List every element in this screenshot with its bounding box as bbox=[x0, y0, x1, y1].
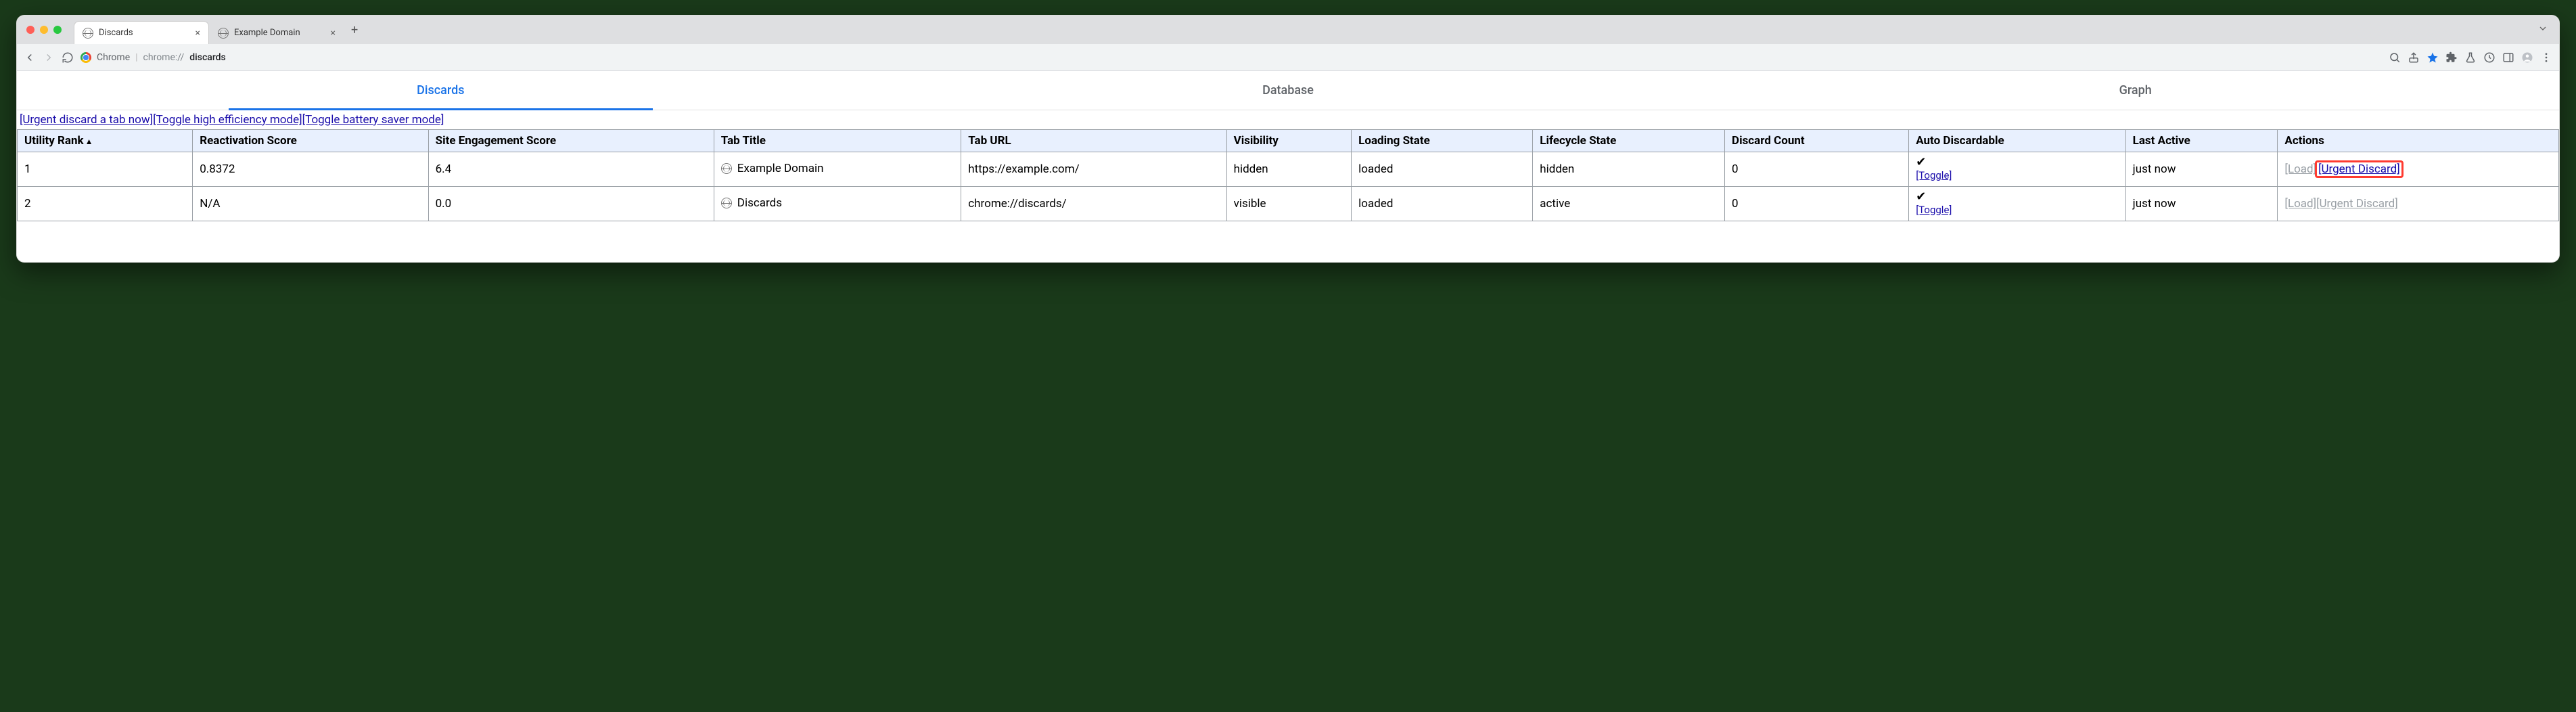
tab-title: Discards bbox=[99, 28, 133, 38]
extensions-icon[interactable] bbox=[2445, 51, 2458, 64]
browser-window: Discards × Example Domain × + Chrome | c… bbox=[16, 15, 2560, 263]
update-icon[interactable] bbox=[2483, 51, 2496, 64]
urgent-discard-action-link[interactable]: [Urgent Discard] bbox=[2318, 162, 2400, 176]
auto-discardable-toggle-link[interactable]: [Toggle] bbox=[1916, 204, 1952, 216]
cell-site-engagement-score: 6.4 bbox=[428, 152, 714, 187]
col-label: Utility Rank bbox=[24, 134, 84, 148]
cell-discard-count: 0 bbox=[1725, 187, 1909, 221]
url-scheme: chrome:// bbox=[143, 52, 185, 63]
col-utility-rank[interactable]: Utility Rank▲ bbox=[18, 130, 193, 152]
table-header-row: Utility Rank▲ Reactivation Score Site En… bbox=[18, 130, 2559, 152]
cell-site-engagement-score: 0.0 bbox=[428, 187, 714, 221]
close-tab-button[interactable]: × bbox=[331, 28, 336, 39]
maximize-window-button[interactable] bbox=[53, 26, 62, 34]
cell-discard-count: 0 bbox=[1725, 152, 1909, 187]
chrome-icon bbox=[80, 52, 91, 63]
browser-tab-discards[interactable]: Discards × bbox=[74, 21, 209, 44]
cell-visibility: visible bbox=[1226, 187, 1352, 221]
checkmark-icon: ✔ bbox=[1916, 191, 2118, 203]
table-row: 2N/A0.0 Discards chrome://discards/visible… bbox=[18, 187, 2559, 221]
address-bar[interactable]: Chrome | chrome:// discards bbox=[80, 52, 226, 63]
checkmark-icon: ✔ bbox=[1916, 156, 2118, 169]
globe-icon bbox=[218, 28, 229, 39]
discards-table: Utility Rank▲ Reactivation Score Site En… bbox=[17, 129, 2559, 221]
globe-icon bbox=[721, 198, 732, 208]
tab-title: Example Domain bbox=[234, 28, 300, 38]
col-tab-url[interactable]: Tab URL bbox=[961, 130, 1226, 152]
cell-auto-discardable: ✔[Toggle] bbox=[1909, 152, 2125, 187]
back-button[interactable] bbox=[24, 51, 36, 64]
col-tab-title[interactable]: Tab Title bbox=[714, 130, 961, 152]
profile-avatar-icon[interactable] bbox=[2521, 51, 2533, 64]
cell-loading-state: loaded bbox=[1352, 187, 1533, 221]
cell-last-active: just now bbox=[2125, 152, 2278, 187]
cell-actions: [Load][Urgent Discard] bbox=[2278, 152, 2559, 187]
load-action-link: [Load] bbox=[2284, 162, 2316, 176]
bookmark-star-icon[interactable] bbox=[2426, 51, 2439, 64]
cell-tab-url: chrome://discards/ bbox=[961, 187, 1226, 221]
cell-lifecycle-state: active bbox=[1533, 187, 1725, 221]
globe-icon bbox=[83, 28, 93, 39]
window-controls bbox=[26, 26, 62, 34]
col-actions[interactable]: Actions bbox=[2278, 130, 2559, 152]
global-actions: [Urgent discard a tab now][Toggle high e… bbox=[17, 110, 2559, 129]
cell-utility-rank: 2 bbox=[18, 187, 193, 221]
table-row: 10.83726.4 Example Domain https://example.… bbox=[18, 152, 2559, 187]
kebab-menu-icon[interactable] bbox=[2540, 51, 2552, 64]
col-reactivation-score[interactable]: Reactivation Score bbox=[193, 130, 428, 152]
col-loading-state[interactable]: Loading State bbox=[1352, 130, 1533, 152]
toggle-battery-saver-link[interactable]: [Toggle battery saver mode] bbox=[302, 113, 444, 127]
browser-tab-example[interactable]: Example Domain × bbox=[209, 21, 344, 44]
zoom-icon[interactable] bbox=[2389, 51, 2401, 64]
sidepanel-icon[interactable] bbox=[2502, 51, 2514, 64]
col-auto-discardable[interactable]: Auto Discardable bbox=[1909, 130, 2125, 152]
cell-loading-state: loaded bbox=[1352, 152, 1533, 187]
highlight-annotation: [Urgent Discard] bbox=[2315, 160, 2404, 178]
view-tab-graph[interactable]: Graph bbox=[1711, 71, 2559, 110]
browser-toolbar: Chrome | chrome:// discards bbox=[17, 44, 2559, 71]
tab-title-text: Discards bbox=[737, 196, 782, 210]
col-discard-count[interactable]: Discard Count bbox=[1725, 130, 1909, 152]
col-site-engagement-score[interactable]: Site Engagement Score bbox=[428, 130, 714, 152]
cell-lifecycle-state: hidden bbox=[1533, 152, 1725, 187]
cell-auto-discardable: ✔[Toggle] bbox=[1909, 187, 2125, 221]
view-tab-discards[interactable]: Discards bbox=[17, 71, 865, 110]
new-tab-button[interactable]: + bbox=[344, 23, 365, 37]
auto-discardable-toggle-link[interactable]: [Toggle] bbox=[1916, 169, 1952, 181]
cell-reactivation-score: 0.8372 bbox=[193, 152, 428, 187]
view-tab-database[interactable]: Database bbox=[865, 71, 1712, 110]
reload-button[interactable] bbox=[62, 51, 74, 64]
tab-overflow-button[interactable] bbox=[2533, 23, 2552, 37]
separator: | bbox=[135, 52, 137, 63]
tab-strip: Discards × Example Domain × + bbox=[17, 16, 2559, 44]
cell-tab-title: Example Domain bbox=[714, 152, 961, 187]
close-window-button[interactable] bbox=[26, 26, 34, 34]
cell-tab-title: Discards bbox=[714, 187, 961, 221]
cell-actions: [Load][Urgent Discard] bbox=[2278, 187, 2559, 221]
cell-reactivation-score: N/A bbox=[193, 187, 428, 221]
view-tabs: Discards Database Graph bbox=[17, 71, 2559, 110]
url-host: discards bbox=[189, 52, 225, 63]
cell-tab-url: https://example.com/ bbox=[961, 152, 1226, 187]
sort-ascending-icon: ▲ bbox=[85, 137, 93, 146]
col-lifecycle-state[interactable]: Lifecycle State bbox=[1533, 130, 1725, 152]
col-last-active[interactable]: Last Active bbox=[2125, 130, 2278, 152]
urgent-discard-now-link[interactable]: [Urgent discard a tab now] bbox=[20, 113, 153, 127]
minimize-window-button[interactable] bbox=[40, 26, 48, 34]
url-source-label: Chrome bbox=[97, 52, 130, 63]
col-visibility[interactable]: Visibility bbox=[1226, 130, 1352, 152]
close-tab-button[interactable]: × bbox=[196, 28, 200, 39]
forward-button[interactable] bbox=[43, 51, 55, 64]
globe-icon bbox=[721, 163, 732, 174]
cell-last-active: just now bbox=[2125, 187, 2278, 221]
discards-page: Discards Database Graph [Urgent discard … bbox=[17, 71, 2559, 262]
load-action-link: [Load] bbox=[2284, 197, 2316, 210]
share-icon[interactable] bbox=[2408, 51, 2420, 64]
toggle-high-efficiency-link[interactable]: [Toggle high efficiency mode] bbox=[153, 113, 302, 127]
tab-title-text: Example Domain bbox=[737, 162, 824, 175]
labs-flask-icon[interactable] bbox=[2464, 51, 2477, 64]
cell-utility-rank: 1 bbox=[18, 152, 193, 187]
cell-visibility: hidden bbox=[1226, 152, 1352, 187]
urgent-discard-action-link: [Urgent Discard] bbox=[2316, 197, 2398, 210]
